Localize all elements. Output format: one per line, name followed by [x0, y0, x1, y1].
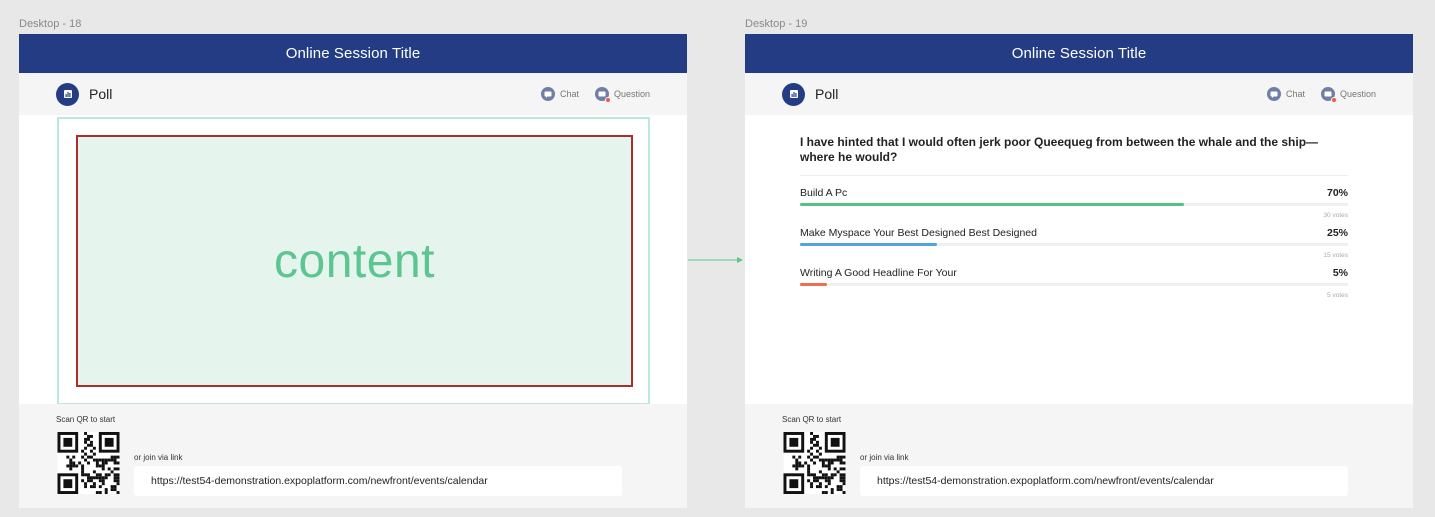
poll-option-bar-fill: [800, 203, 1184, 206]
poll-option[interactable]: Writing A Good Headline For Your 5% 5 vo…: [800, 266, 1348, 306]
join-link-text: https://test54-demonstration.expoplatfor…: [151, 475, 488, 487]
question-icon: [1320, 87, 1337, 103]
chat-button[interactable]: Chat: [1266, 87, 1305, 101]
question-label: Question: [613, 89, 650, 99]
frame-desktop-18: Online Session Title Poll Chat Question: [19, 34, 687, 508]
poll-option-bar-track: [800, 203, 1348, 206]
poll-question: I have hinted that I would often jerk po…: [800, 135, 1348, 176]
chat-button[interactable]: Chat: [540, 87, 579, 101]
arrow-right-icon: [688, 257, 743, 263]
chat-icon: [1266, 87, 1281, 101]
poll-header: Poll Chat Question: [745, 73, 1413, 115]
poll-option-percent: 5%: [1332, 267, 1348, 279]
poll-option-percent: 70%: [1326, 187, 1348, 199]
join-link-field[interactable]: https://test54-demonstration.expoplatfor…: [860, 466, 1348, 496]
question-button[interactable]: Question: [1320, 87, 1376, 103]
question-button[interactable]: Question: [594, 87, 650, 103]
poll-option-votes: 15 votes: [1323, 252, 1348, 259]
poll-results: I have hinted that I would often jerk po…: [800, 135, 1348, 306]
join-footer: Scan QR to start or join via link https:…: [19, 404, 687, 508]
header-actions: Chat Question: [1251, 73, 1376, 115]
chat-label: Chat: [559, 89, 579, 99]
session-title: Online Session Title: [1011, 45, 1147, 62]
chat-label: Chat: [1285, 89, 1305, 99]
notification-dot: [1330, 97, 1337, 103]
scan-qr-text: Scan QR to start: [782, 415, 842, 424]
chat-icon: [540, 87, 555, 101]
qr-code[interactable]: [56, 432, 121, 494]
frame-label-desktop-18: Desktop - 18: [19, 18, 82, 30]
header-actions: Chat Question: [525, 73, 650, 115]
session-title: Online Session Title: [285, 45, 421, 62]
poll-option-bar-track: [800, 243, 1348, 246]
question-label: Question: [1339, 89, 1376, 99]
poll-header: Poll Chat Question: [19, 73, 687, 115]
join-link-field[interactable]: https://test54-demonstration.expoplatfor…: [134, 466, 622, 496]
question-icon: [594, 87, 611, 103]
poll-option[interactable]: Build A Pc 70% 30 votes: [800, 186, 1348, 226]
bar-chart-icon: [56, 82, 79, 106]
join-via-link-text: or join via link: [860, 453, 909, 462]
notification-dot: [604, 97, 611, 103]
frame-label-desktop-19: Desktop - 19: [745, 18, 808, 30]
poll-option-bar-fill: [800, 243, 937, 246]
session-title-bar: Online Session Title: [19, 34, 687, 73]
bar-chart-icon: [782, 82, 805, 106]
poll-option-bar-fill: [800, 283, 828, 286]
content-area: content: [57, 117, 650, 405]
join-via-link-text: or join via link: [134, 453, 183, 462]
content-placeholder-box: content: [76, 135, 633, 387]
poll-option-label: Build A Pc: [800, 187, 848, 199]
poll-option-label: Make Myspace Your Best Designed Best Des…: [800, 227, 1037, 239]
frame-desktop-19: Online Session Title Poll Chat Question: [745, 34, 1413, 508]
poll-option-percent: 25%: [1326, 227, 1348, 239]
session-title-bar: Online Session Title: [745, 34, 1413, 73]
qr-code[interactable]: [782, 432, 847, 494]
poll-option-bar-track: [800, 283, 1348, 286]
join-link-text: https://test54-demonstration.expoplatfor…: [877, 475, 1214, 487]
poll-option-label: Writing A Good Headline For Your: [800, 267, 957, 279]
join-footer: Scan QR to start or join via link https:…: [745, 404, 1413, 508]
poll-title: Poll: [89, 86, 113, 102]
poll-option-votes: 5 votes: [1327, 292, 1348, 299]
poll-option-votes: 30 votes: [1323, 212, 1348, 219]
poll-option[interactable]: Make Myspace Your Best Designed Best Des…: [800, 226, 1348, 266]
poll-title: Poll: [815, 86, 839, 102]
content-placeholder-text: content: [274, 234, 435, 288]
scan-qr-text: Scan QR to start: [56, 415, 116, 424]
